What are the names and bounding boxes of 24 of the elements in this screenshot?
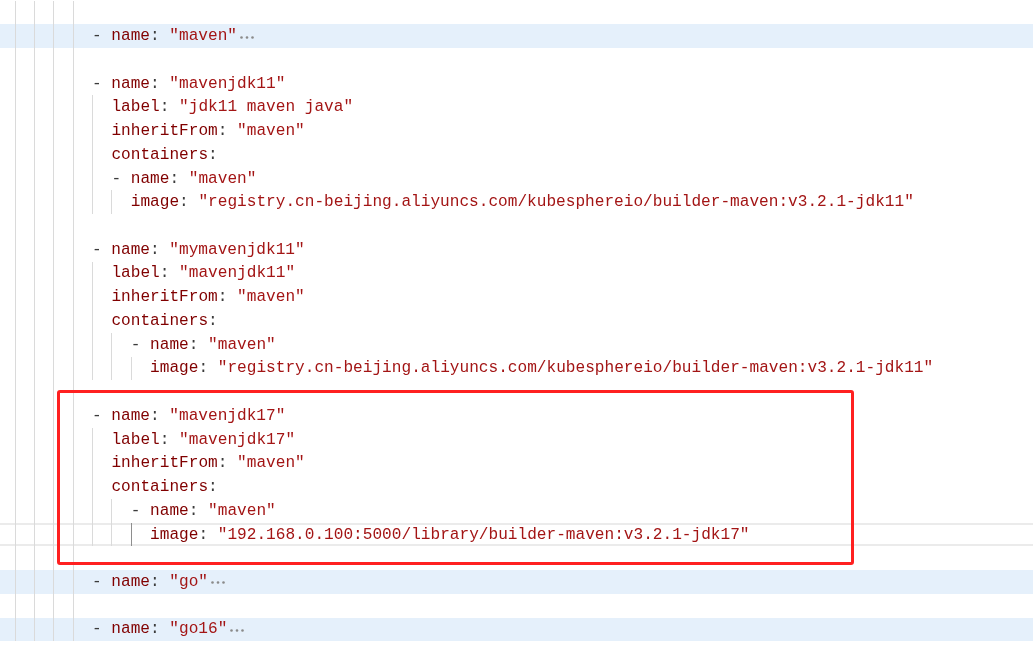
- code-line: - name: "mymavenjdk11": [92, 239, 305, 260]
- code-line: image: "192.168.0.100:5000/library/builder-maven:v3.2.1-jdk17": [150, 524, 750, 545]
- code-line: - name: "mavenjdk17": [92, 405, 286, 426]
- code-line: - name: "go16": [92, 619, 228, 640]
- code-line: - name: "maven": [111, 168, 257, 189]
- code-line: containers:: [111, 144, 218, 165]
- code-line: label: "jdk11 maven java": [111, 97, 354, 118]
- code-line: inheritFrom: "maven": [111, 287, 305, 308]
- code-line: image: "registry.cn-beijing.aliyuncs.com/kubesphereio/builder-maven:v3.2.1-jdk11": [130, 192, 914, 213]
- code-line: inheritFrom: "maven": [111, 121, 305, 142]
- code-line: - name: "maven": [130, 334, 276, 355]
- code-line: inheritFrom: "maven": [111, 453, 305, 474]
- code-line: label: "mavenjdk11": [111, 263, 296, 284]
- code-line: - name: "go": [92, 572, 209, 592]
- code-line: - name: "mavenjdk11": [92, 73, 286, 94]
- code-line: - name: "maven": [130, 500, 276, 521]
- code-line: containers:: [111, 477, 218, 498]
- code-line: containers:: [111, 310, 218, 331]
- fold-ellipsis-icon[interactable]: [211, 581, 226, 585]
- code-line: - name: "maven": [92, 26, 238, 47]
- fold-ellipsis-icon[interactable]: [230, 628, 245, 632]
- code-line: image: "registry.cn-beijing.aliyuncs.com/kubesphereio/builder-maven:v3.2.1-jdk11": [150, 358, 934, 379]
- fold-ellipsis-icon[interactable]: [240, 35, 255, 39]
- code-line: label: "mavenjdk17": [111, 429, 296, 450]
